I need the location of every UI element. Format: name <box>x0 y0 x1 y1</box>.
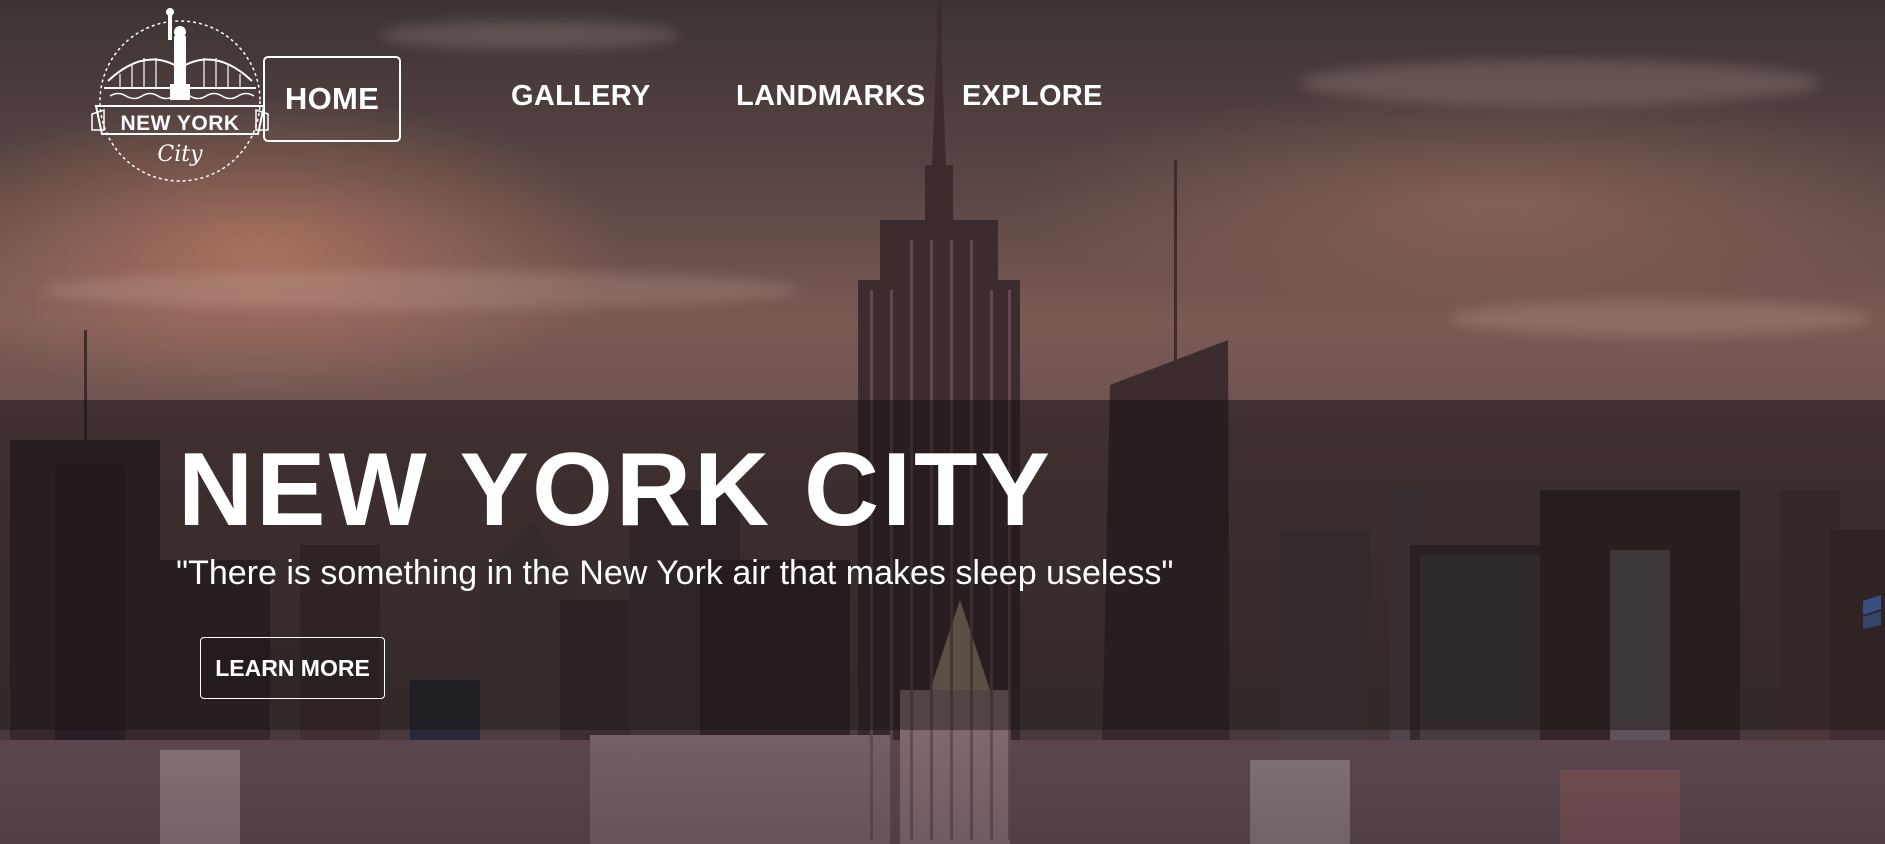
logo-text-new-york: NEW YORK <box>120 112 240 135</box>
bottom-shade <box>0 730 1885 844</box>
nav-landmarks-link[interactable]: LANDMARKS <box>736 80 926 113</box>
hero-quote: "There is something in the New York air … <box>176 554 1174 592</box>
learn-more-button[interactable]: LEARN MORE <box>200 637 385 699</box>
logo-text-city: City <box>157 142 203 167</box>
nav-explore-link[interactable]: EXPLORE <box>962 80 1103 113</box>
logo[interactable]: NEW YORK City <box>90 6 270 186</box>
partial-edge-icon <box>1863 595 1881 629</box>
nav-gallery-link[interactable]: GALLERY <box>511 80 651 113</box>
nav-home-link[interactable]: HOME <box>263 56 401 142</box>
hero-title: NEW YORK CITY <box>178 432 1053 548</box>
